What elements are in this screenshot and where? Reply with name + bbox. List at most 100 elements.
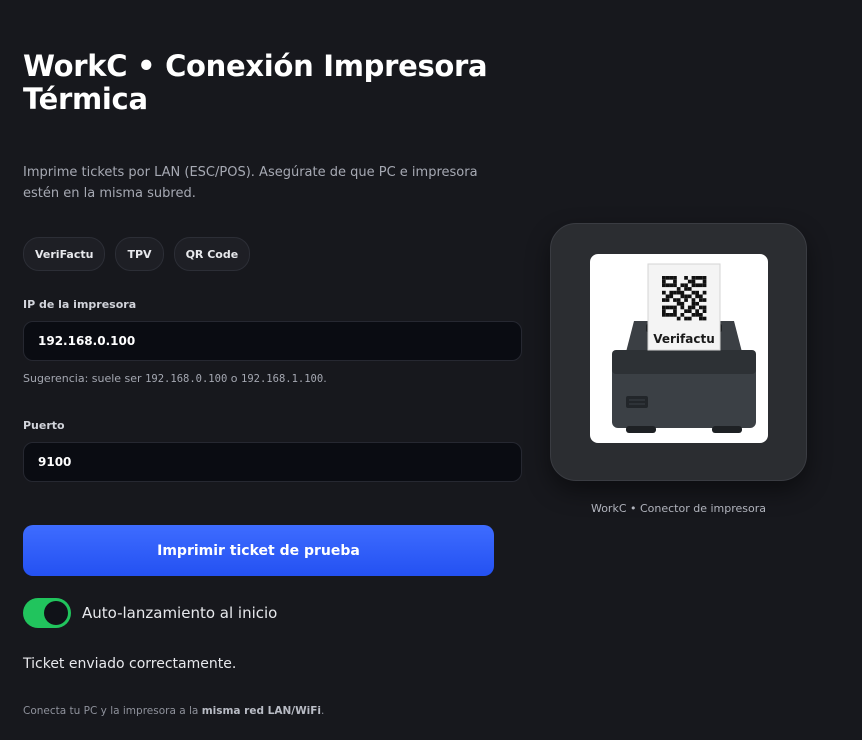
qr-module xyxy=(673,313,677,317)
illustration-caption: WorkC • Conector de impresora xyxy=(590,502,767,515)
qr-module xyxy=(669,276,674,280)
qr-module xyxy=(662,279,666,284)
page-title: WorkC • Conexión Impresora Térmica xyxy=(23,49,488,116)
qr-module xyxy=(687,305,692,310)
qr-module xyxy=(691,301,696,306)
qr-module xyxy=(669,294,674,299)
qr-module xyxy=(680,290,685,295)
printer-connection-page: WorkC • Conexión Impresora Térmica Impri… xyxy=(0,0,862,740)
printer-front-band xyxy=(612,350,756,374)
qr-module xyxy=(702,290,707,295)
footer-bold: misma red LAN/WiFi xyxy=(201,705,322,717)
printer-foot-left xyxy=(626,426,656,433)
qr-module xyxy=(684,287,688,291)
port-input[interactable] xyxy=(23,442,522,482)
qr-module xyxy=(687,287,692,291)
qr-module xyxy=(680,301,685,306)
printer-foot-right xyxy=(712,426,742,433)
qr-module xyxy=(702,283,707,288)
ip-hint-prefix: Sugerencia: suele ser xyxy=(23,372,146,385)
printer-vent xyxy=(626,396,648,408)
ip-hint-middle: o xyxy=(227,372,242,385)
qr-module xyxy=(673,298,677,302)
page-subtitle: Imprime tickets por LAN (ESC/POS). Asegú… xyxy=(23,165,478,201)
qr-module xyxy=(662,298,666,302)
qr-module xyxy=(687,316,692,321)
chip-verifactu[interactable]: VeriFactu xyxy=(23,237,106,271)
qr-module xyxy=(687,279,692,284)
qr-module xyxy=(691,298,696,302)
qr-module xyxy=(665,298,670,302)
qr-module xyxy=(699,283,703,288)
qr-module xyxy=(673,279,677,284)
autolaunch-row: Auto-lanzamiento al inicio xyxy=(23,598,277,628)
qr-module xyxy=(673,283,677,288)
ip-input[interactable] xyxy=(23,321,522,361)
qr-module xyxy=(702,298,707,302)
qr-module xyxy=(680,294,685,299)
qr-module xyxy=(662,309,666,313)
printer-illustration-card: Verifactu xyxy=(550,223,807,481)
qr-module xyxy=(699,313,703,317)
printer-illustration: Verifactu xyxy=(590,254,768,443)
footer-suffix: . xyxy=(321,705,325,717)
ip-hint: Sugerencia: suele ser 192.168.0.100 o 19… xyxy=(23,372,327,385)
autolaunch-toggle[interactable] xyxy=(23,598,71,628)
qr-module xyxy=(676,290,681,295)
autolaunch-label: Auto-lanzamiento al inicio xyxy=(82,604,278,622)
qr-module xyxy=(695,290,699,295)
qr-module xyxy=(699,294,703,299)
qr-module xyxy=(699,305,703,310)
qr-module xyxy=(687,309,692,313)
qr-module xyxy=(695,294,699,299)
tag-chips: VeriFactu TPV QR Code xyxy=(23,237,251,271)
qr-module xyxy=(676,301,681,306)
qr-module xyxy=(702,279,707,284)
qr-module xyxy=(665,294,670,299)
qr-module xyxy=(695,276,699,280)
qr-module xyxy=(702,316,707,321)
qr-module xyxy=(684,316,688,321)
port-label: Puerto xyxy=(23,419,65,432)
ip-hint-suffix: . xyxy=(323,372,327,385)
qr-module xyxy=(691,279,696,284)
ip-label: IP de la impresora xyxy=(23,298,137,311)
chip-tpv[interactable]: TPV xyxy=(115,237,164,271)
qr-module xyxy=(676,287,681,291)
qr-module xyxy=(680,305,685,310)
qr-module xyxy=(702,309,707,313)
qr-module xyxy=(673,309,677,313)
qr-module xyxy=(669,313,674,317)
toggle-knob xyxy=(44,601,68,625)
qr-module xyxy=(695,283,699,288)
ticket-text: Verifactu xyxy=(653,332,715,346)
qr-module xyxy=(665,313,670,317)
qr-module xyxy=(684,276,688,280)
footer-note: Conecta tu PC y la impresora a la misma … xyxy=(23,705,324,717)
qr-module xyxy=(691,290,696,295)
qr-module xyxy=(691,313,696,317)
qr-module xyxy=(662,305,666,310)
thermal-printer-icon: Verifactu xyxy=(612,263,756,433)
footer-prefix: Conecta tu PC y la impresora a la xyxy=(23,705,202,717)
qr-module xyxy=(699,276,703,280)
qr-module xyxy=(691,305,696,310)
qr-module xyxy=(669,283,674,288)
qr-module xyxy=(662,313,666,317)
qr-module xyxy=(702,276,707,280)
print-test-ticket-button[interactable]: Imprimir ticket de prueba xyxy=(23,525,494,576)
qr-module xyxy=(699,298,703,302)
qr-module xyxy=(676,316,681,321)
qr-module xyxy=(665,305,670,310)
qr-module xyxy=(691,276,696,280)
ip-hint-example-2: 192.168.1.100 xyxy=(241,373,324,385)
qr-module xyxy=(662,276,666,280)
qr-module xyxy=(695,309,699,313)
qr-module xyxy=(665,283,670,288)
qr-module xyxy=(662,290,666,295)
qr-module xyxy=(684,309,688,313)
chip-qr-code[interactable]: QR Code xyxy=(173,237,251,271)
qr-module xyxy=(691,283,696,288)
qr-module xyxy=(684,298,688,302)
qr-module xyxy=(699,316,703,321)
